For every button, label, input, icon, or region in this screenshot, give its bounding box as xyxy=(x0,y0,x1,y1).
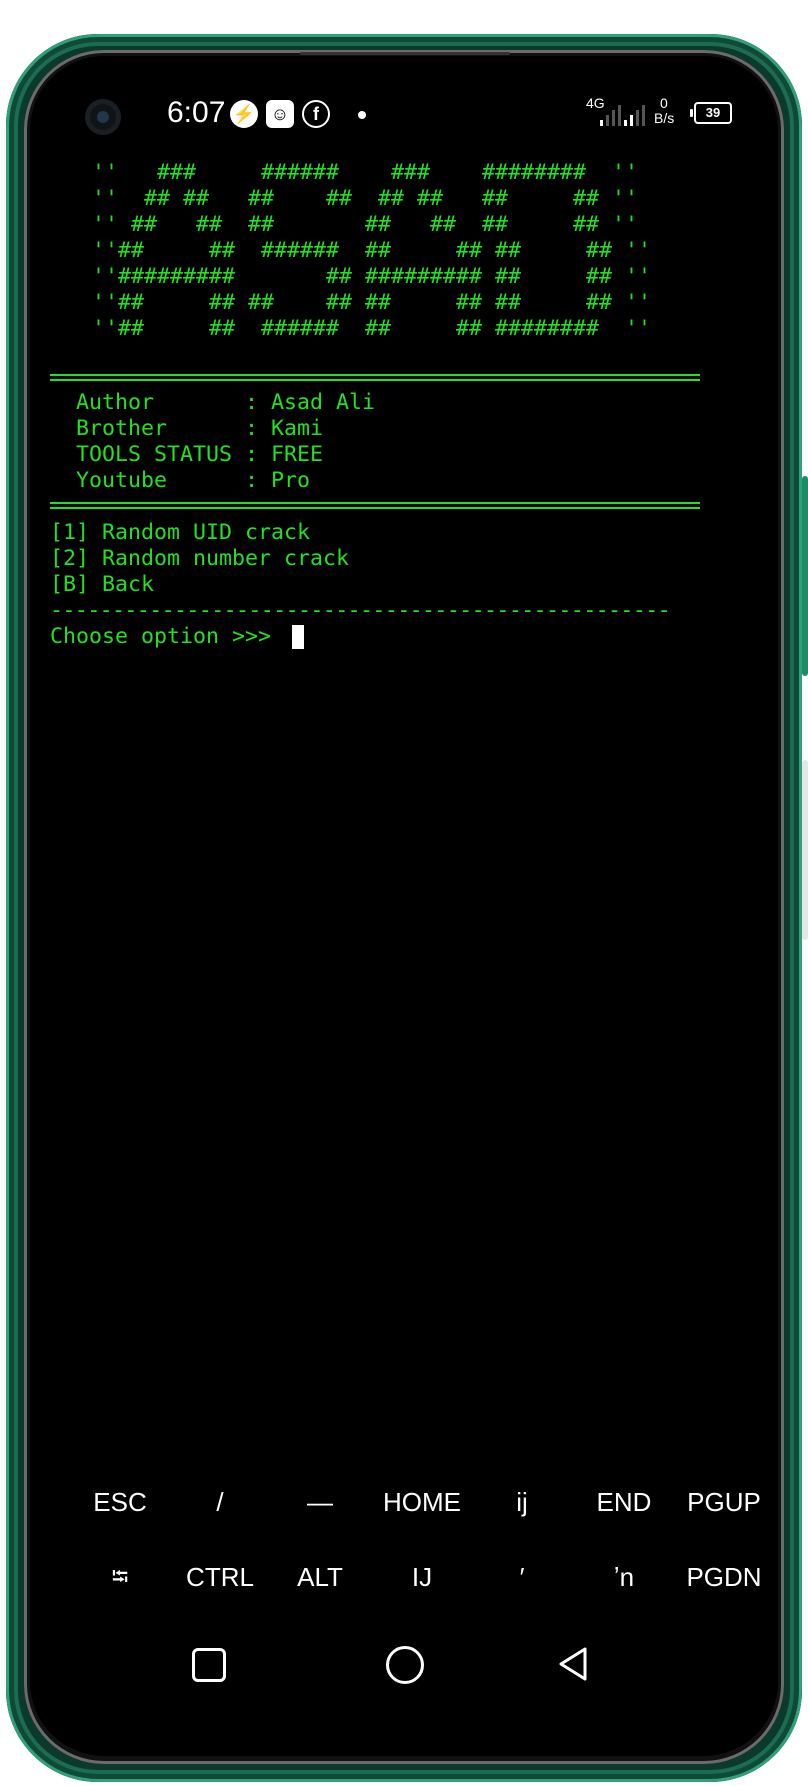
signal-icon xyxy=(600,102,621,126)
info-tools-status: TOOLS STATUS : FREE xyxy=(50,442,324,467)
text-cursor xyxy=(292,625,305,649)
menu-option-back: [B] Back xyxy=(50,572,155,597)
volume-button xyxy=(802,476,808,676)
key-pgdn[interactable]: PGDN xyxy=(674,1547,774,1607)
info-youtube: Youtube : Pro xyxy=(50,468,311,493)
key-home[interactable]: HOME xyxy=(372,1472,472,1532)
app-avatar-icon: ☺ xyxy=(266,100,294,128)
double-divider xyxy=(50,374,700,381)
earpiece xyxy=(300,52,510,55)
key-prime[interactable]: ′ xyxy=(472,1547,572,1607)
key-end[interactable]: END xyxy=(574,1472,674,1532)
key-esc[interactable]: ESC xyxy=(70,1472,170,1532)
key-pgup[interactable]: PGUP xyxy=(674,1472,774,1532)
menu-option-2: [2] Random number crack xyxy=(50,546,350,571)
back-icon[interactable] xyxy=(557,1646,589,1682)
screen: 6:07 ⚡ ☺ f 4G 0 B/s 39 '' ### ###### ###… xyxy=(30,56,778,1756)
key-alt[interactable]: ALT xyxy=(270,1547,370,1607)
key-ij-upper[interactable]: IJ xyxy=(372,1547,472,1607)
net-speed-value: 0 xyxy=(660,95,668,111)
power-button xyxy=(802,760,808,940)
info-author: Author : Asad Ali xyxy=(50,390,376,415)
home-icon[interactable] xyxy=(386,1646,424,1684)
terminal-output[interactable]: '' ### ###### ### ######## '' '' ## ## #… xyxy=(30,56,700,656)
front-camera xyxy=(85,99,121,135)
double-divider xyxy=(50,502,700,509)
key-apostrophe-n[interactable]: ʼn xyxy=(574,1547,674,1607)
banner-line: ''## ## ###### ## ## ## ## '' xyxy=(92,238,652,263)
status-time: 6:07 xyxy=(167,96,226,129)
info-brother: Brother : Kami xyxy=(50,416,324,441)
banner-line: '' ## ## ## ## ## ## ## ## '' xyxy=(92,186,639,211)
more-notifications-dot xyxy=(358,111,366,119)
key-dash[interactable]: — xyxy=(270,1472,370,1532)
banner-line: '' ### ###### ### ######## '' xyxy=(92,160,639,185)
key-tab[interactable]: ⭾ xyxy=(70,1547,170,1607)
facebook-icon: f xyxy=(302,100,330,128)
menu-option-1: [1] Random UID crack xyxy=(50,520,311,545)
separator-line: ----------------------------------------… xyxy=(50,598,671,623)
key-ctrl[interactable]: CTRL xyxy=(170,1547,270,1607)
net-speed-unit: B/s xyxy=(654,110,675,126)
banner-line: ''## ## ###### ## ## ######## '' xyxy=(92,316,652,341)
messenger-icon: ⚡ xyxy=(230,100,258,128)
banner-line: '' ## ## ## ## ## ## ## '' xyxy=(92,212,639,237)
key-slash[interactable]: / xyxy=(170,1472,270,1532)
prompt-line[interactable]: Choose option >>> xyxy=(50,624,305,650)
banner-line: ''######### ## ######### ## ## '' xyxy=(92,264,652,289)
signal-icon-2 xyxy=(624,102,645,126)
key-ij[interactable]: ij xyxy=(472,1472,572,1532)
banner-line: ''## ## ## ## ## ## ## ## '' xyxy=(92,290,652,315)
recents-icon[interactable] xyxy=(192,1648,226,1682)
prompt-text: Choose option >>> xyxy=(50,624,285,649)
battery-icon: 39 xyxy=(690,102,732,124)
